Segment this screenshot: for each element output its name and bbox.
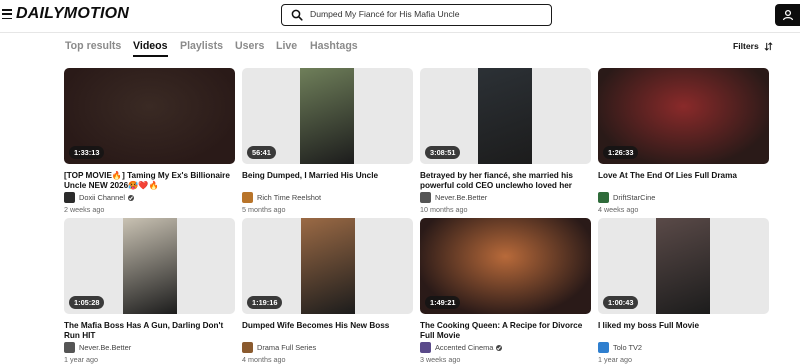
- channel-row: Never.Be.Better: [64, 342, 235, 353]
- video-thumbnail[interactable]: 1:26:33: [598, 68, 769, 164]
- duration-badge: 1:26:33: [603, 146, 639, 159]
- channel-row: Doxii Channel: [64, 192, 235, 203]
- video-card[interactable]: 1:19:16 Dumped Wife Becomes His New Boss…: [242, 218, 413, 364]
- duration-badge: 56:41: [247, 146, 276, 159]
- channel-name[interactable]: Never.Be.Better: [79, 343, 131, 352]
- duration-badge: 1:19:16: [247, 296, 283, 309]
- channel-avatar[interactable]: [64, 192, 75, 203]
- video-card[interactable]: 1:00:43 I liked my boss Full Movie Tolo …: [598, 218, 769, 364]
- search-input[interactable]: Dumped My Fiancé for His Mafia Uncle: [281, 4, 552, 26]
- upload-age: 1 year ago: [598, 355, 632, 364]
- channel-name[interactable]: Drama Full Series: [257, 343, 316, 352]
- video-card[interactable]: 1:05:28 The Mafia Boss Has A Gun, Darlin…: [64, 218, 235, 364]
- video-thumbnail[interactable]: 1:19:16: [242, 218, 413, 314]
- sort-icon: [764, 42, 773, 51]
- video-title[interactable]: Dumped Wife Becomes His New Boss: [242, 321, 413, 341]
- tab-users[interactable]: Users: [235, 40, 264, 52]
- channel-row: DriftStarCine: [598, 192, 769, 203]
- tab-playlists[interactable]: Playlists: [180, 40, 223, 52]
- thumbnail-image: [300, 68, 354, 164]
- thumbnail-image: [123, 218, 177, 314]
- channel-row: Never.Be.Better: [420, 192, 591, 203]
- channel-avatar[interactable]: [242, 342, 253, 353]
- channel-name[interactable]: DriftStarCine: [613, 193, 655, 202]
- video-thumbnail[interactable]: 3:08:51: [420, 68, 591, 164]
- tab-top-results[interactable]: Top results: [65, 40, 121, 52]
- tab-live[interactable]: Live: [276, 40, 297, 52]
- video-title[interactable]: Being Dumped, I Married His Uncle: [242, 171, 413, 191]
- video-card[interactable]: 56:41 Being Dumped, I Married His Uncle …: [242, 68, 413, 214]
- upload-age: 2 weeks ago: [64, 205, 105, 214]
- channel-avatar[interactable]: [420, 342, 431, 353]
- video-title[interactable]: I liked my boss Full Movie: [598, 321, 769, 341]
- video-title[interactable]: Betrayed by her fiancé, she married his …: [420, 171, 591, 191]
- channel-avatar[interactable]: [64, 342, 75, 353]
- channel-name[interactable]: Never.Be.Better: [435, 193, 487, 202]
- search-input-value: Dumped My Fiancé for His Mafia Uncle: [310, 9, 460, 19]
- search-icon: [291, 9, 303, 21]
- thumbnail-image: [656, 218, 710, 314]
- upload-age: 3 weeks ago: [420, 355, 461, 364]
- tab-videos[interactable]: Videos: [133, 40, 168, 57]
- header-divider: [0, 32, 800, 33]
- video-thumbnail[interactable]: 1:49:21: [420, 218, 591, 314]
- filters-label: Filters: [733, 41, 759, 51]
- duration-badge: 1:00:43: [603, 296, 639, 309]
- upload-age: 4 months ago: [242, 355, 286, 364]
- menu-icon[interactable]: [2, 9, 12, 20]
- upload-age: 10 months ago: [420, 205, 468, 214]
- video-title[interactable]: The Mafia Boss Has A Gun, Darling Don't …: [64, 321, 235, 341]
- video-thumbnail[interactable]: 1:00:43: [598, 218, 769, 314]
- upload-age: 4 weeks ago: [598, 205, 639, 214]
- duration-badge: 1:33:13: [69, 146, 105, 159]
- video-title[interactable]: [TOP MOVIE🔥] Taming My Ex's Billionaire …: [64, 171, 235, 191]
- account-button[interactable]: [775, 4, 800, 26]
- channel-row: Drama Full Series: [242, 342, 413, 353]
- channel-avatar[interactable]: [598, 342, 609, 353]
- channel-row: Accented Cinema: [420, 342, 591, 353]
- duration-badge: 1:05:28: [69, 296, 105, 309]
- video-card[interactable]: 1:49:21 The Cooking Queen: A Recipe for …: [420, 218, 591, 364]
- duration-badge: 3:08:51: [425, 146, 461, 159]
- top-header: DAILYMOTION Dumped My Fiancé for His Maf…: [0, 0, 800, 32]
- verified-badge-icon: [128, 194, 135, 201]
- channel-name[interactable]: Doxii Channel: [79, 193, 125, 202]
- channel-avatar[interactable]: [420, 192, 431, 203]
- channel-avatar[interactable]: [598, 192, 609, 203]
- channel-name[interactable]: Tolo TV2: [613, 343, 642, 352]
- channel-avatar[interactable]: [242, 192, 253, 203]
- video-thumbnail[interactable]: 56:41: [242, 68, 413, 164]
- channel-name[interactable]: Accented Cinema: [435, 343, 493, 352]
- video-card[interactable]: 3:08:51 Betrayed by her fiancé, she marr…: [420, 68, 591, 214]
- thumbnail-image: [301, 218, 355, 314]
- duration-badge: 1:49:21: [425, 296, 461, 309]
- channel-name[interactable]: Rich Time Reelshot: [257, 193, 321, 202]
- video-thumbnail[interactable]: 1:33:13: [64, 68, 235, 164]
- upload-age: 1 year ago: [64, 355, 98, 364]
- video-title[interactable]: The Cooking Queen: A Recipe for Divorce …: [420, 321, 591, 341]
- video-card[interactable]: 1:26:33 Love At The End Of Lies Full Dra…: [598, 68, 769, 214]
- channel-row: Rich Time Reelshot: [242, 192, 413, 203]
- filters-button[interactable]: Filters: [733, 41, 773, 51]
- user-icon: [782, 9, 794, 21]
- verified-badge-icon: [496, 344, 503, 351]
- dailymotion-logo[interactable]: DAILYMOTION: [16, 5, 129, 23]
- video-title[interactable]: Love At The End Of Lies Full Drama: [598, 171, 769, 191]
- thumbnail-image: [478, 68, 532, 164]
- channel-row: Tolo TV2: [598, 342, 769, 353]
- tab-hashtags[interactable]: Hashtags: [310, 40, 358, 52]
- video-thumbnail[interactable]: 1:05:28: [64, 218, 235, 314]
- video-card[interactable]: 1:33:13 [TOP MOVIE🔥] Taming My Ex's Bill…: [64, 68, 235, 214]
- upload-age: 5 months ago: [242, 205, 286, 214]
